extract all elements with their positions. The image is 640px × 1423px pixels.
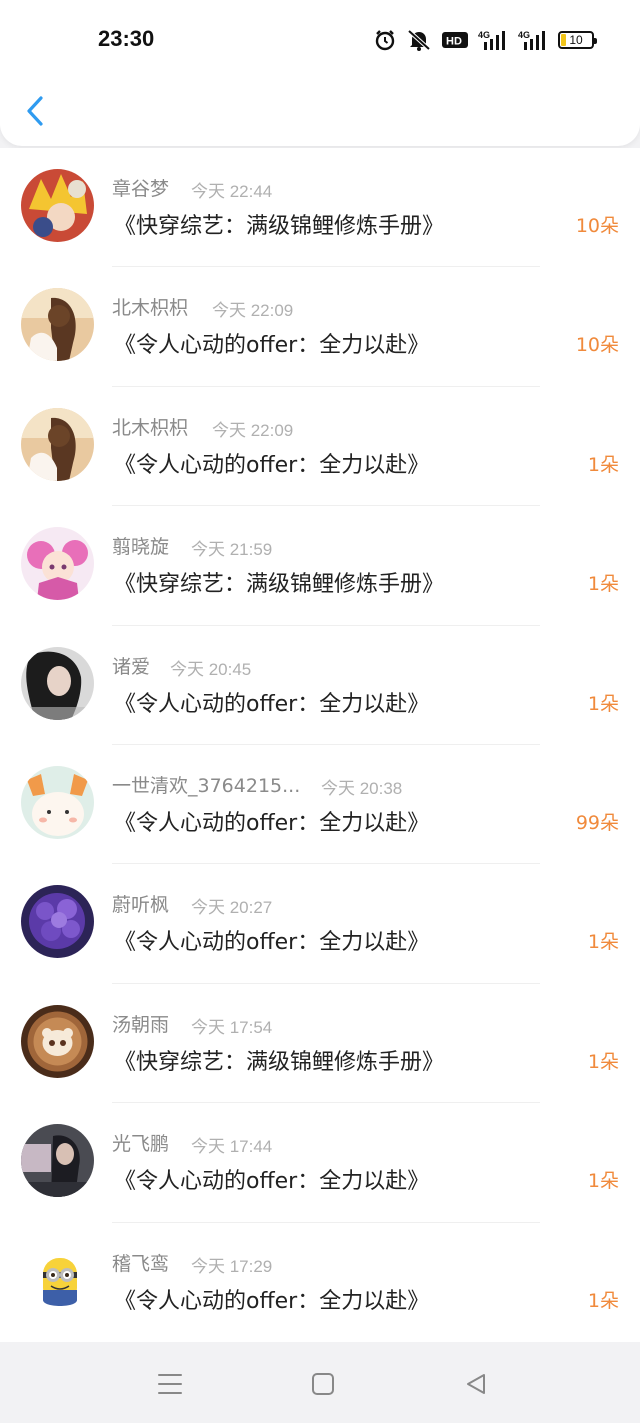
list-item[interactable]: 汤朝雨 今天 17:54 《快穿综艺：满级锦鲤修炼手册》 1朵 — [0, 984, 640, 1104]
status-time: 23:30 — [98, 26, 155, 51]
status-icons: HD 4G 4G 10 — [374, 28, 597, 52]
book-title[interactable]: 《令人心动的offer：全力以赴》 — [114, 447, 429, 479]
gift-amount: 10朵 — [575, 215, 619, 237]
back-button[interactable] — [20, 92, 50, 130]
gift-time: 今天 17:44 — [191, 1137, 273, 1157]
gift-time: 今天 22:09 — [212, 301, 294, 321]
signal-4g-icon: 4G — [518, 29, 548, 51]
sender-name: 诸爱 — [112, 655, 151, 678]
menu-button[interactable] — [156, 1370, 184, 1398]
top-bar: 23:30 HD 4G 4G 10 — [0, 0, 640, 146]
avatar[interactable] — [21, 1243, 94, 1317]
avatar[interactable] — [21, 1124, 94, 1198]
mute-icon — [406, 29, 432, 51]
book-title[interactable]: 《令人心动的offer：全力以赴》 — [114, 327, 429, 359]
gift-time: 今天 20:45 — [170, 659, 252, 679]
battery-icon: 10 — [558, 31, 597, 49]
chevron-left-icon — [27, 96, 43, 126]
gift-list: 章谷梦 今天 22:44 《快穿综艺：满级锦鲤修炼手册》 10朵 北木枳枳 今天… — [0, 148, 640, 1342]
sender-name: 一世清欢_3764215... — [112, 775, 301, 797]
menu-icon — [158, 1374, 182, 1394]
svg-text:HD: HD — [446, 36, 462, 48]
sender-name: 稽飞鸾 — [112, 1252, 170, 1275]
sender-name: 章谷梦 — [112, 178, 170, 200]
book-title[interactable]: 《快穿综艺：满级锦鲤修炼手册》 — [114, 1044, 444, 1076]
gift-time: 今天 22:09 — [212, 420, 294, 440]
avatar[interactable] — [21, 407, 94, 481]
list-item[interactable]: 蔚听枫 今天 20:27 《令人心动的offer：全力以赴》 1朵 — [0, 864, 640, 984]
gift-time: 今天 17:29 — [191, 1256, 273, 1276]
book-title[interactable]: 《令人心动的offer：全力以赴》 — [114, 805, 429, 837]
gift-amount: 10朵 — [575, 334, 619, 357]
battery-level: 10 — [569, 33, 583, 47]
avatar[interactable] — [21, 527, 94, 601]
sender-name: 翦晓旋 — [112, 536, 170, 559]
svg-text:4G: 4G — [518, 30, 530, 40]
list-item[interactable]: 光飞鹏 今天 17:44 《令人心动的offer：全力以赴》 1朵 — [0, 1103, 640, 1223]
avatar[interactable] — [21, 288, 94, 362]
list-item[interactable]: 章谷梦 今天 22:44 《快穿综艺：满级锦鲤修炼手册》 10朵 — [0, 148, 640, 268]
list-item[interactable]: 北木枳枳 今天 22:09 《令人心动的offer：全力以赴》 10朵 — [0, 267, 640, 387]
gift-time: 今天 22:44 — [191, 182, 273, 201]
book-title[interactable]: 《令人心动的offer：全力以赴》 — [114, 924, 429, 956]
gift-time: 今天 20:27 — [191, 898, 273, 918]
svg-text:4G: 4G — [478, 30, 490, 40]
list-item[interactable]: 翦晓旋 今天 21:59 《快穿综艺：满级锦鲤修炼手册》 1朵 — [0, 506, 640, 626]
sender-name: 汤朝雨 — [112, 1013, 170, 1036]
home-button[interactable] — [309, 1370, 337, 1398]
list-item[interactable]: 稽飞鸾 今天 17:29 《令人心动的offer：全力以赴》 1朵 — [0, 1223, 640, 1342]
gift-amount: 1朵 — [587, 1050, 619, 1073]
avatar[interactable] — [21, 885, 94, 959]
avatar[interactable] — [21, 1004, 94, 1078]
sender-name: 光飞鹏 — [112, 1133, 170, 1156]
book-title[interactable]: 《快穿综艺：满级锦鲤修炼手册》 — [114, 208, 444, 240]
status-bar: 23:30 HD 4G 4G 10 — [0, 0, 640, 80]
book-title[interactable]: 《快穿综艺：满级锦鲤修炼手册》 — [114, 566, 444, 598]
system-navigation-bar — [0, 1342, 640, 1423]
square-home-icon — [312, 1373, 334, 1395]
system-back-button[interactable] — [462, 1370, 490, 1398]
signal-4g-icon: 4G — [478, 29, 508, 51]
triangle-back-icon — [467, 1374, 485, 1394]
gift-amount: 1朵 — [587, 1170, 619, 1193]
gift-amount: 1朵 — [587, 453, 619, 476]
avatar[interactable] — [21, 766, 94, 839]
gift-time: 今天 20:38 — [321, 779, 403, 798]
sender-name: 蔚听枫 — [112, 894, 170, 917]
gift-amount: 1朵 — [587, 573, 619, 596]
gift-amount: 1朵 — [587, 692, 619, 715]
book-title[interactable]: 《令人心动的offer：全力以赴》 — [114, 1163, 429, 1195]
avatar[interactable] — [21, 646, 94, 720]
gift-time: 今天 21:59 — [191, 540, 273, 560]
book-title[interactable]: 《令人心动的offer：全力以赴》 — [114, 1283, 429, 1315]
avatar[interactable] — [21, 169, 94, 242]
gift-time: 今天 17:54 — [191, 1017, 273, 1037]
gift-amount: 1朵 — [587, 1289, 619, 1312]
list-item[interactable]: 诸爱 今天 20:45 《令人心动的offer：全力以赴》 1朵 — [0, 626, 640, 745]
gift-amount: 1朵 — [587, 931, 619, 954]
list-item[interactable]: 一世清欢_3764215... 今天 20:38 《令人心动的offer：全力以… — [0, 745, 640, 865]
alarm-icon — [374, 29, 396, 51]
book-title[interactable]: 《令人心动的offer：全力以赴》 — [114, 686, 429, 718]
list-item[interactable]: 北木枳枳 今天 22:09 《令人心动的offer：全力以赴》 1朵 — [0, 387, 640, 507]
sender-name: 北木枳枳 — [112, 416, 189, 439]
hd-icon: HD — [442, 30, 468, 50]
sender-name: 北木枳枳 — [112, 297, 189, 320]
gift-amount: 99朵 — [575, 812, 619, 834]
